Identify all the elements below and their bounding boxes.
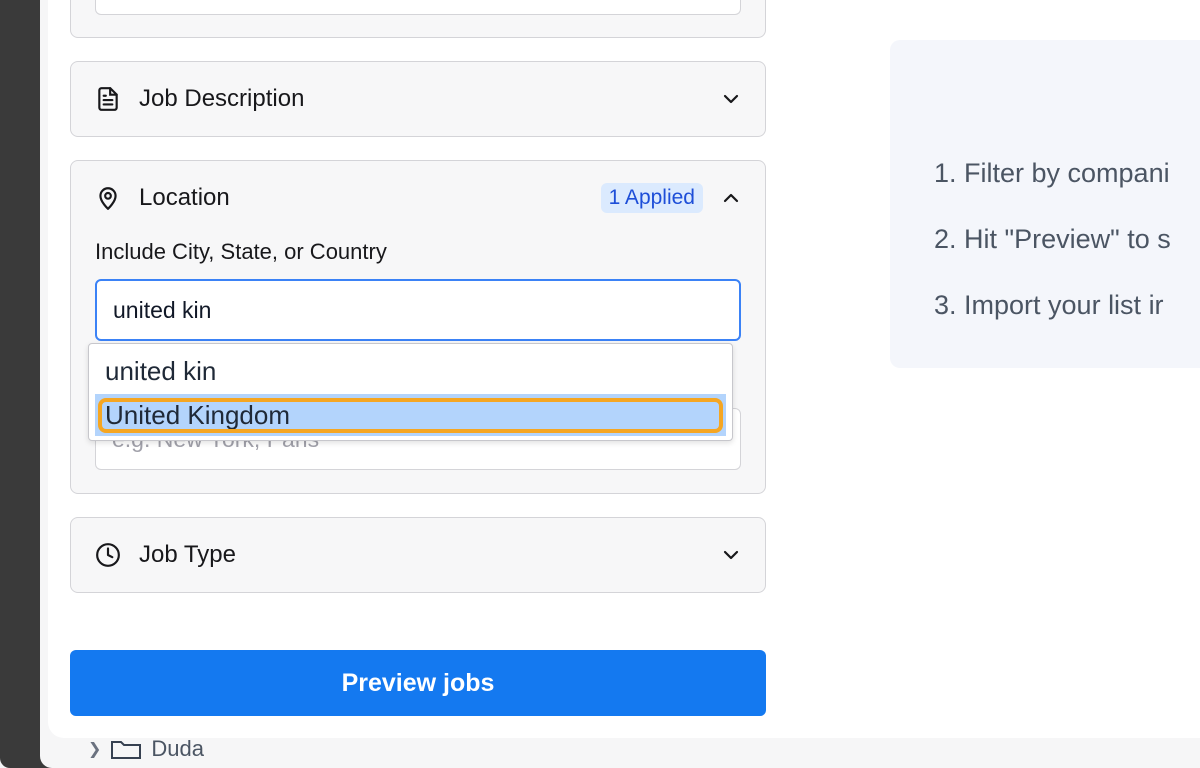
instructions-panel: 1. Filter by compani 2. Hit "Preview" to… [890,40,1200,368]
chevron-down-icon[interactable] [721,89,741,109]
include-location-input[interactable] [95,279,741,341]
folder-name: Duda [151,736,204,761]
include-location-label: Include City, State, or Country [95,239,387,264]
chevron-right-icon: ❯ [88,741,102,758]
folder-icon [111,741,142,759]
job-description-section: Job Description [70,61,766,137]
instruction-step-1: 1. Filter by compani [934,158,1170,188]
preview-jobs-button[interactable]: Preview jobs [70,650,766,716]
suggestion-option-selected[interactable]: United Kingdom [95,394,726,436]
job-description-header[interactable]: Job Description [95,62,741,136]
section-title: Job Description [139,85,305,112]
location-header[interactable]: Location 1 Applied [95,161,741,235]
section-title: Location [139,184,230,211]
applied-badge: 1 Applied [600,183,703,213]
section-title: Job Type [139,541,236,568]
chevron-down-icon[interactable] [721,545,741,565]
document-icon [98,87,118,111]
background-tree-item: ❯ Duda [88,734,204,764]
instruction-step-2: 2. Hit "Preview" to s [934,224,1171,254]
job-type-section: Job Type [70,517,766,593]
location-suggestions-dropdown: united kin United Kingdom [88,343,733,441]
previous-filter-section [70,0,766,38]
suggestion-option[interactable]: united kin [95,350,726,392]
instruction-step-3: 3. Import your list ir [934,290,1164,320]
clock-icon [96,543,120,567]
map-pin-icon [99,187,117,210]
chevron-up-icon[interactable] [721,188,741,208]
location-section: Location 1 Applied Include City, State, … [70,160,766,494]
previous-filter-input[interactable] [95,0,741,15]
job-type-header[interactable]: Job Type [95,518,741,592]
